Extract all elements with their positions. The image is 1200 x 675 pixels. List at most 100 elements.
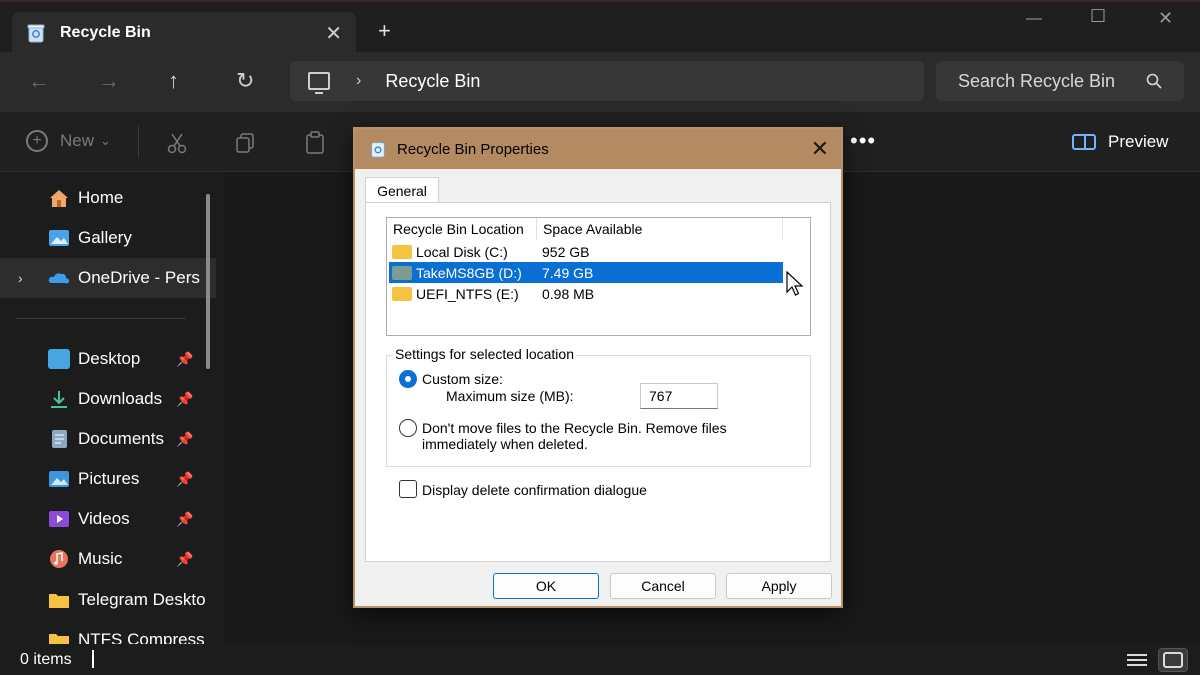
status-divider [92,650,94,668]
sidebar-item-label: Downloads [78,389,163,408]
plus-icon: + [26,130,48,152]
this-pc-icon[interactable] [308,72,330,94]
column-header-space[interactable]: Space Available [537,218,783,240]
column-header-location[interactable]: Recycle Bin Location [387,218,537,240]
tiles-view-button[interactable] [1158,648,1188,672]
gallery-icon [49,230,69,246]
sidebar-item-label: NTFS Compress [78,630,205,644]
space-available: 7.49 GB [542,264,594,281]
new-tab-button[interactable]: + [378,18,391,44]
sidebar-item-ntfs-compress[interactable]: NTFS Compress [0,620,216,644]
address-bar[interactable]: › Recycle Bin [290,61,924,101]
mouse-cursor-icon [786,271,804,296]
navigation-bar: ← → ↑ ↻ › Recycle Bin Search Recycle Bin [0,52,1200,112]
sidebar-item-telegram-desktop[interactable]: Telegram Deskto [0,580,216,620]
max-size-label: Maximum size (MB): [446,388,574,404]
dialog-title-bar[interactable]: Recycle Bin Properties ✕ [355,129,841,169]
recycle-bin-properties-dialog: Recycle Bin Properties ✕ General Recycle… [353,127,843,608]
display-confirmation-label[interactable]: Display delete confirmation dialogue [422,482,647,498]
more-options-button[interactable]: ••• [850,128,876,154]
sidebar-scrollbar[interactable] [206,194,210,369]
sidebar-item-videos[interactable]: Videos 📌 [0,499,216,539]
apply-button[interactable]: Apply [726,573,832,599]
space-available: 0.98 MB [542,285,595,302]
pin-icon[interactable]: 📌 [176,391,193,408]
sidebar-divider [16,318,186,319]
sidebar-item-pictures[interactable]: Pictures 📌 [0,459,216,499]
item-count: 0 items [20,651,72,668]
drive-icon [392,244,412,259]
minimize-button[interactable]: — [1026,10,1042,28]
pin-icon[interactable]: 📌 [176,471,193,488]
tab-general[interactable]: General [365,177,439,203]
custom-size-label[interactable]: Custom size: [422,371,503,387]
sidebar-item-onedrive[interactable]: › OneDrive - Pers [0,258,216,298]
tab-title: Recycle Bin [60,24,151,41]
general-tab-page: Recycle Bin Location Space Available Loc… [365,202,831,562]
sidebar-item-label: Pictures [78,469,140,488]
location-name: Local Disk (C:) [416,243,508,260]
preview-button[interactable]: Preview [1072,132,1168,152]
pin-icon[interactable]: 📌 [176,511,193,528]
dont-move-label-line2[interactable]: immediately when deleted. [422,436,588,452]
sidebar-item-documents[interactable]: Documents 📌 [0,419,216,459]
max-size-input[interactable] [640,383,718,409]
tab-close-icon[interactable]: ✕ [325,21,342,46]
space-available: 952 GB [542,243,590,260]
breadcrumb[interactable]: Recycle Bin [385,71,480,92]
copy-icon[interactable] [234,132,256,154]
list-item[interactable]: UEFI_NTFS (E:) 0.98 MB [389,283,783,304]
sidebar-item-downloads[interactable]: Downloads 📌 [0,379,216,419]
list-header: Recycle Bin Location Space Available [387,218,810,240]
sidebar-item-label: OneDrive - Pers [78,268,200,287]
maximize-button[interactable]: ☐ [1090,6,1106,27]
list-item-selected[interactable]: TakeMS8GB (D:) 7.49 GB [389,262,783,283]
close-window-button[interactable]: ✕ [1158,8,1173,29]
sidebar-item-desktop[interactable]: Desktop 📌 [0,339,216,379]
chevron-right-icon[interactable]: › [18,270,23,286]
sidebar-item-gallery[interactable]: Gallery [0,218,216,258]
paste-icon[interactable] [304,131,326,155]
details-view-button[interactable] [1122,648,1152,672]
sidebar-item-label: Gallery [78,228,132,247]
title-bar: Recycle Bin ✕ + — ☐ ✕ [0,0,1200,54]
details-view-icon [1127,654,1147,666]
sidebar-item-label: Desktop [78,349,141,368]
sidebar-item-label: Documents [78,429,164,448]
sidebar-item-music[interactable]: Music 📌 [0,539,216,579]
folder-icon [49,634,69,644]
list-item[interactable]: Local Disk (C:) 952 GB [389,241,783,262]
up-button[interactable]: ↑ [168,68,179,94]
settings-group-label: Settings for selected location [393,346,576,362]
refresh-button[interactable]: ↻ [236,68,254,94]
cut-icon[interactable] [166,132,188,154]
forward-button[interactable]: → [98,68,120,94]
sidebar-item-home[interactable]: Home [0,178,216,218]
drive-icon [392,265,412,280]
cancel-button[interactable]: Cancel [610,573,716,599]
pin-icon[interactable]: 📌 [176,431,193,448]
onedrive-icon [48,273,70,284]
dont-move-files-radio[interactable] [399,419,417,437]
music-icon [50,550,68,568]
tab-recycle-bin[interactable]: Recycle Bin ✕ [12,12,356,54]
back-button[interactable]: ← [28,68,50,94]
search-input[interactable]: Search Recycle Bin [958,71,1115,92]
dont-move-label-line1[interactable]: Don't move files to the Recycle Bin. Rem… [422,420,727,436]
ok-button[interactable]: OK [493,573,599,599]
dialog-close-button[interactable]: ✕ [811,136,829,162]
preview-label: Preview [1108,132,1169,151]
new-button[interactable]: + New ⌄ [26,130,111,152]
navigation-pane: Home Gallery › OneDrive - Pers Desktop 📌… [0,172,224,644]
folder-icon [49,594,69,608]
dialog-title: Recycle Bin Properties [397,140,549,158]
search-box[interactable]: Search Recycle Bin [936,61,1184,101]
pin-icon[interactable]: 📌 [176,551,193,568]
pin-icon[interactable]: 📌 [176,351,193,368]
chevron-right-icon[interactable]: › [356,72,361,90]
chevron-down-icon: ⌄ [100,133,111,148]
custom-size-radio[interactable] [399,370,417,388]
sidebar-item-label: Videos [78,509,130,528]
location-list[interactable]: Recycle Bin Location Space Available Loc… [386,217,811,336]
display-confirmation-checkbox[interactable] [399,480,417,498]
